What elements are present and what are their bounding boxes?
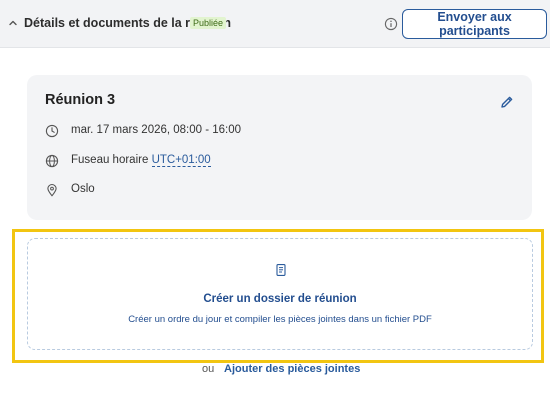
meeting-datetime: mar. 17 mars 2026, 08:00 - 16:00 — [71, 124, 242, 136]
send-to-participants-button[interactable]: Envoyer aux participants — [402, 9, 547, 39]
timezone-value[interactable]: UTC+01:00 — [151, 154, 211, 167]
status-badge: Publiée — [190, 17, 227, 29]
meeting-title: Réunion 3 — [45, 92, 116, 108]
chevron-up-icon[interactable] — [6, 16, 20, 30]
dossier-description: Créer un ordre du jour et compiler les p… — [128, 314, 432, 325]
info-icon[interactable] — [384, 17, 398, 31]
or-label: ou — [202, 363, 215, 375]
clock-icon — [45, 124, 59, 138]
meeting-location: Oslo — [71, 183, 95, 195]
document-icon — [274, 263, 288, 277]
timezone-row: Fuseau horaire UTC+01:00 — [71, 154, 211, 167]
dossier-title: Créer un dossier de réunion — [203, 293, 357, 305]
timezone-label: Fuseau horaire — [71, 154, 149, 166]
create-dossier-button[interactable]: Créer un dossier de réunion Créer un ord… — [27, 238, 533, 350]
add-attachments-link[interactable]: Ajouter des pièces jointes — [224, 363, 360, 375]
map-pin-icon — [45, 183, 59, 197]
meeting-card: Réunion 3 mar. 17 mars 2026, 08:00 - 16:… — [27, 75, 532, 220]
pencil-icon[interactable] — [499, 94, 515, 110]
globe-icon — [45, 154, 59, 168]
section-header: Détails et documents de la réunion Publi… — [0, 0, 550, 48]
